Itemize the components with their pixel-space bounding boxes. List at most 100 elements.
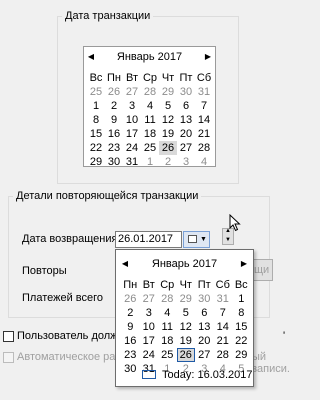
next-month-arrow-icon[interactable]: ▶	[202, 50, 214, 64]
transaction-calendar-month[interactable]: Январь 2017	[84, 50, 215, 64]
transaction-calendar-day[interactable]: 4	[195, 155, 213, 169]
popup-calendar-day[interactable]: 28	[158, 292, 177, 306]
popup-calendar-day[interactable]: 27	[140, 292, 159, 306]
popup-calendar-day[interactable]: 22	[232, 334, 251, 348]
popup-calendar-day[interactable]: 2	[121, 306, 140, 320]
popup-calendar-day[interactable]: 1	[232, 292, 251, 306]
return-date-label: Дата возвращения	[22, 233, 118, 245]
popup-calendar-day[interactable]: 8	[232, 306, 251, 320]
popup-calendar-day[interactable]: 5	[177, 306, 196, 320]
popup-calendar-day[interactable]: 3	[140, 306, 159, 320]
transaction-calendar-day[interactable]: 25	[87, 85, 105, 99]
popup-calendar-day[interactable]: 6	[195, 306, 214, 320]
popup-next-month-arrow-icon[interactable]: ▶	[238, 257, 250, 271]
popup-calendar-day[interactable]: 21	[214, 334, 233, 348]
transaction-calendar-day[interactable]: 18	[141, 127, 159, 141]
popup-calendar-day[interactable]: 16	[121, 334, 140, 348]
transaction-calendar-day[interactable]: 19	[159, 127, 177, 141]
popup-calendar-day[interactable]: 30	[121, 362, 140, 376]
transaction-calendar-day[interactable]: 30	[105, 155, 123, 169]
transaction-calendar-day[interactable]: 21	[195, 127, 213, 141]
transaction-calendar-day[interactable]: 1	[141, 155, 159, 169]
return-date-input[interactable]: 26.01.2017	[115, 231, 182, 248]
popup-calendar-day[interactable]: 11	[158, 320, 177, 334]
date-picker-button[interactable]: ▼	[183, 231, 210, 248]
popup-calendar-weekday: Пт	[197, 279, 211, 291]
transaction-calendar-day[interactable]: 9	[105, 113, 123, 127]
stepper-down-icon[interactable]: ▼	[225, 237, 231, 243]
popup-calendar-day[interactable]: 17	[140, 334, 159, 348]
repeats-button[interactable]: щи	[251, 259, 273, 281]
transaction-calendar-day[interactable]: 31	[195, 85, 213, 99]
transaction-calendar-day[interactable]: 27	[123, 85, 141, 99]
transaction-calendar-day[interactable]: 6	[177, 99, 195, 113]
transaction-calendar-day[interactable]: 23	[105, 141, 123, 155]
transaction-calendar-day[interactable]: 11	[141, 113, 159, 127]
popup-calendar-day[interactable]: 23	[121, 348, 140, 362]
transaction-calendar-day[interactable]: 22	[87, 141, 105, 155]
popup-calendar-day[interactable]: 13	[195, 320, 214, 334]
popup-calendar-day[interactable]: 20	[195, 334, 214, 348]
transaction-calendar-weekday: Пн	[107, 72, 121, 84]
transaction-calendar-day[interactable]: 29	[159, 85, 177, 99]
transaction-calendar-day[interactable]: 24	[123, 141, 141, 155]
transaction-calendar-day[interactable]: 29	[87, 155, 105, 169]
auto-label-tail: ый записи.	[252, 351, 290, 375]
popup-calendar-month[interactable]: Январь 2017	[116, 257, 253, 271]
popup-calendar-day[interactable]: 29	[177, 292, 196, 306]
popup-calendar[interactable]: ◀ Январь 2017 ▶ Пн Вт Ср Чт Пт Сб Вс 26 27 28 29 3…	[115, 249, 254, 387]
popup-calendar-day[interactable]: 18	[158, 334, 177, 348]
popup-calendar-day[interactable]: 4	[158, 306, 177, 320]
popup-calendar-day[interactable]: 7	[214, 306, 233, 320]
transaction-calendar-day[interactable]: 3	[177, 155, 195, 169]
popup-calendar-weekday: Пн	[123, 279, 138, 291]
popup-calendar-day[interactable]: 15	[232, 320, 251, 334]
auto-checkbox[interactable]	[3, 352, 14, 363]
repeats-label: Повторы	[22, 265, 67, 277]
popup-calendar-day[interactable]: 10	[140, 320, 159, 334]
transaction-calendar-day[interactable]: 25	[141, 141, 159, 155]
popup-calendar-day[interactable]: 19	[177, 334, 196, 348]
mouse-cursor-icon	[229, 214, 241, 232]
popup-calendar-day[interactable]: 14	[214, 320, 233, 334]
popup-calendar-day[interactable]: 9	[121, 320, 140, 334]
transaction-calendar-day[interactable]: 26	[105, 85, 123, 99]
transaction-calendar-day[interactable]: 20	[177, 127, 195, 141]
transaction-calendar-day[interactable]: 8	[87, 113, 105, 127]
transaction-calendar-day[interactable]: 4	[141, 99, 159, 113]
transaction-calendar-day[interactable]: 17	[123, 127, 141, 141]
popup-calendar-weekdays: Пн Вт Ср Чт Пт Сб Вс	[121, 278, 251, 292]
transaction-calendar-day[interactable]: 26	[159, 141, 177, 155]
popup-calendar-weekday: Сб	[215, 279, 230, 291]
transaction-calendar-day[interactable]: 1	[87, 99, 105, 113]
transaction-calendar-day[interactable]: 30	[177, 85, 195, 99]
transaction-calendar-day[interactable]: 28	[141, 85, 159, 99]
transaction-calendar-day[interactable]: 2	[159, 155, 177, 169]
popup-calendar-day[interactable]: 29	[232, 348, 251, 362]
popup-calendar-day[interactable]: 25	[158, 348, 177, 362]
popup-calendar-day[interactable]: 28	[214, 348, 233, 362]
transaction-calendar-day[interactable]: 28	[195, 141, 213, 155]
transaction-calendar-day[interactable]: 27	[177, 141, 195, 155]
transaction-calendar-header: ◀ Январь 2017 ▶	[84, 50, 215, 64]
transaction-calendar-day[interactable]: 16	[105, 127, 123, 141]
transaction-calendar-day[interactable]: 2	[105, 99, 123, 113]
transaction-calendar[interactable]: ◀ Январь 2017 ▶ Вс Пн Вт Ср Чт Пт Сб 25 26 27 28 2…	[83, 46, 216, 169]
transaction-calendar-day[interactable]: 10	[123, 113, 141, 127]
transaction-calendar-day[interactable]: 3	[123, 99, 141, 113]
popup-calendar-day[interactable]: 26	[176, 348, 195, 362]
popup-calendar-day[interactable]: 24	[140, 348, 159, 362]
popup-calendar-day[interactable]: 30	[195, 292, 214, 306]
popup-calendar-day[interactable]: 31	[214, 292, 233, 306]
transaction-calendar-day[interactable]: 5	[159, 99, 177, 113]
popup-calendar-day[interactable]: 26	[121, 292, 140, 306]
transaction-calendar-day[interactable]: 15	[87, 127, 105, 141]
popup-calendar-day[interactable]: 27	[195, 348, 214, 362]
transaction-calendar-day[interactable]: 13	[177, 113, 195, 127]
user-must-checkbox[interactable]	[3, 331, 14, 342]
transaction-calendar-day[interactable]: 31	[123, 155, 141, 169]
transaction-calendar-day[interactable]: 12	[159, 113, 177, 127]
transaction-calendar-day[interactable]: 14	[195, 113, 213, 127]
transaction-calendar-day[interactable]: 7	[195, 99, 213, 113]
popup-calendar-day[interactable]: 12	[177, 320, 196, 334]
